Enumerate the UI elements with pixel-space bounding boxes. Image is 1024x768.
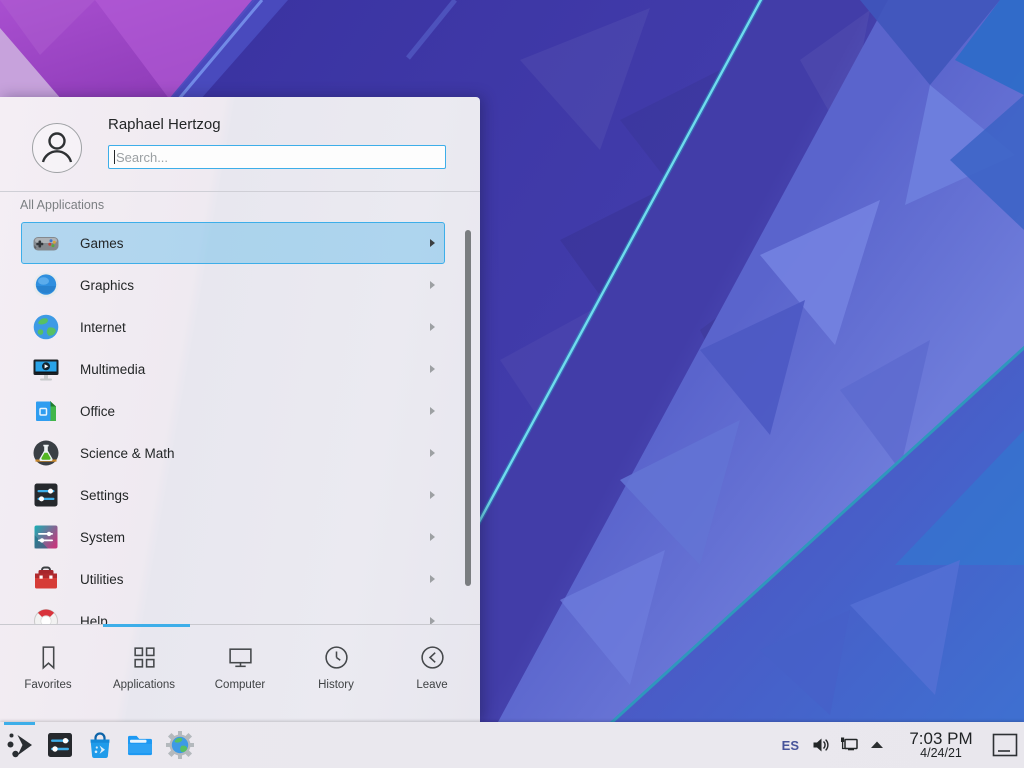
network-icon[interactable] [838,734,860,756]
list-item[interactable]: Games [21,222,445,264]
web-browser-button[interactable] [160,722,200,768]
tab[interactable]: Leave [384,628,480,722]
chevron-right-icon [430,281,435,289]
file-manager-button[interactable] [120,722,160,768]
list-item[interactable]: Settings [21,474,445,516]
category-label: Graphics [80,278,134,293]
clock-date: 4/24/21 [898,747,984,760]
tab-label: Leave [416,679,447,691]
chevron-right-icon [430,491,435,499]
header-divider [0,191,480,192]
list-item[interactable]: Internet [21,306,445,348]
system-settings-icon [45,730,75,760]
list-item[interactable]: Science & Math [21,432,445,474]
tab[interactable]: Favorites [0,628,96,722]
system-icon [31,522,61,552]
tab[interactable]: Applications [96,628,192,722]
expand-tray-icon[interactable] [866,734,888,756]
dolphin-icon [125,730,155,760]
help-icon [31,606,61,625]
category-label: Science & Math [80,446,175,461]
application-launcher-button[interactable] [0,722,40,768]
chevron-right-icon [430,407,435,415]
category-list: Games Graphics Internet Multi [0,222,480,625]
list-item[interactable]: Graphics [21,264,445,306]
tab[interactable]: Computer [192,628,288,722]
active-indicator [4,722,35,725]
category-label: Internet [80,320,126,335]
kde-launcher-icon [5,730,35,760]
category-label: System [80,530,125,545]
tab-label: Applications [113,679,175,691]
discover-icon [85,730,115,760]
chevron-right-icon [430,533,435,541]
graphics-icon [31,270,61,300]
history-icon [323,644,350,671]
text-caret [114,150,115,164]
category-label: Office [80,404,115,419]
chevron-right-icon [430,323,435,331]
leave-icon [419,644,446,671]
desktop: Raphael Hertzog Search... All Applicatio… [0,0,1024,768]
volume-icon[interactable] [810,734,832,756]
multimedia-icon [31,354,61,384]
scrollbar-thumb[interactable] [465,230,471,586]
tabbar-divider [0,624,480,625]
launcher-header: Raphael Hertzog Search... [0,97,480,191]
chevron-right-icon [430,575,435,583]
taskbar: ES 7:03 PM 4/ [0,722,1024,768]
tab-label: History [318,679,354,691]
utilities-icon [31,564,61,594]
list-item[interactable]: System [21,516,445,558]
system-tray: ES [777,734,888,756]
digital-clock[interactable]: 7:03 PM 4/24/21 [898,730,984,761]
taskbar-launchers [0,722,200,768]
internet-icon [31,312,61,342]
section-label: All Applications [20,198,104,212]
application-launcher-menu: Raphael Hertzog Search... All Applicatio… [0,97,480,722]
clock-time: 7:03 PM [898,730,984,748]
tab-label: Computer [215,679,266,691]
category-label: Settings [80,488,129,503]
list-item[interactable]: Utilities [21,558,445,600]
system-settings-button[interactable] [40,722,80,768]
settings-icon [31,480,61,510]
list-item[interactable]: Multimedia [21,348,445,390]
games-icon [31,228,61,258]
search-placeholder: Search... [116,150,168,165]
tab[interactable]: History [288,628,384,722]
category-label: Utilities [80,572,124,587]
search-input[interactable]: Search... [108,145,446,169]
discover-button[interactable] [80,722,120,768]
category-label: Multimedia [80,362,145,377]
active-tab-indicator [103,624,190,627]
applications-icon [131,644,158,671]
launcher-tab-bar: Favorites Applications Computer History [0,628,480,722]
show-desktop-button[interactable] [988,722,1022,768]
keyboard-layout-indicator[interactable]: ES [777,738,804,753]
chevron-right-icon [430,365,435,373]
office-icon [31,396,61,426]
web-browser-icon [165,730,195,760]
list-item[interactable]: Office [21,390,445,432]
list-item[interactable]: Help [21,600,445,625]
tab-label: Favorites [24,679,71,691]
computer-icon [227,644,254,671]
category-label: Games [80,236,124,251]
user-avatar[interactable] [32,123,82,173]
chevron-right-icon [430,449,435,457]
user-name: Raphael Hertzog [108,116,221,133]
science-icon [31,438,61,468]
chevron-right-icon [430,239,435,247]
favorites-icon [35,644,62,671]
